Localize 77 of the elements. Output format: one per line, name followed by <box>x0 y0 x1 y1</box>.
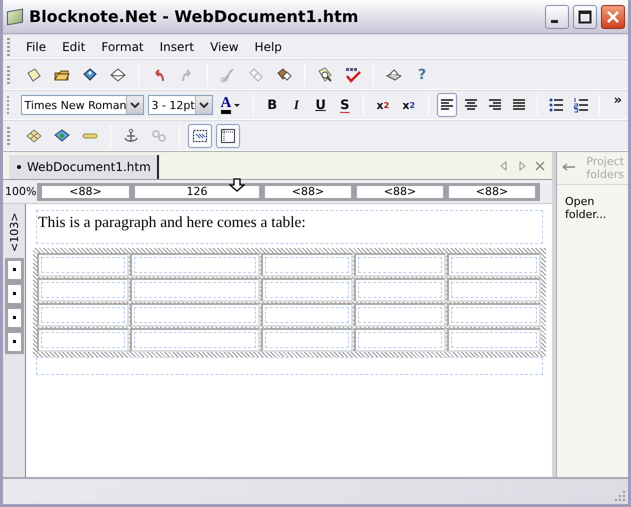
caret-icon <box>233 101 242 109</box>
row-height-label: <103> <box>8 212 20 252</box>
open-folder-link[interactable]: Open folder... <box>557 185 617 221</box>
table-cell[interactable] <box>130 278 260 302</box>
window-title: Blocknote.Net - WebDocument1.htm <box>29 7 360 26</box>
align-button[interactable] <box>436 93 457 117</box>
document-tab[interactable]: WebDocument1.htm <box>9 155 159 179</box>
row-handle[interactable] <box>8 261 20 279</box>
table-cell[interactable] <box>261 278 353 302</box>
minimize-icon <box>550 20 558 23</box>
table-cell[interactable] <box>447 303 541 327</box>
cube-icon <box>7 8 23 25</box>
column-width-label: <88> <box>42 186 129 198</box>
table-cell[interactable] <box>261 253 353 277</box>
table-cell[interactable] <box>354 328 446 352</box>
style-button[interactable]: I <box>286 93 307 117</box>
row-handle[interactable] <box>8 285 20 303</box>
anchor-icon <box>123 128 139 144</box>
table-cell[interactable] <box>130 303 260 327</box>
table-cell[interactable] <box>354 278 446 302</box>
table-cell[interactable] <box>130 253 260 277</box>
close-icon <box>605 8 621 24</box>
style-button[interactable]: S <box>334 93 355 117</box>
panel-title: Project folders <box>585 155 624 181</box>
minimize-button[interactable] <box>545 4 569 28</box>
menu-item[interactable]: View <box>202 40 247 54</box>
menu-item[interactable]: Insert <box>152 40 202 54</box>
table-cell[interactable] <box>37 303 129 327</box>
font-color-button[interactable]: A <box>216 93 246 117</box>
resize-grip-icon[interactable] <box>614 490 626 502</box>
row-handle[interactable] <box>8 333 20 351</box>
menu-item[interactable]: Format <box>93 40 152 54</box>
overflow-button[interactable]: » <box>608 91 628 109</box>
table-cell[interactable] <box>37 253 129 277</box>
envelope-icon <box>110 66 126 82</box>
menu-item[interactable]: Edit <box>54 40 94 54</box>
zoom-label: 100% <box>4 185 37 198</box>
check-icon <box>345 66 361 82</box>
font-dropdown[interactable]: Times New Roman <box>21 95 144 115</box>
table-cell[interactable] <box>37 328 129 352</box>
grid-icon <box>26 128 42 144</box>
magnifier-icon <box>317 66 333 82</box>
table-cell[interactable] <box>37 278 129 302</box>
numbered-list-icon <box>572 97 589 113</box>
script-button[interactable]: x$^{2}$ <box>372 93 394 117</box>
paragraph: This is a paragraph and here comes a table: <box>36 210 543 244</box>
table-cell[interactable] <box>354 253 446 277</box>
menu-item[interactable]: File <box>18 40 54 54</box>
menu-item[interactable]: Help <box>246 40 290 54</box>
scissors-icon <box>220 66 236 82</box>
maximize-button[interactable] <box>573 4 597 28</box>
row-handle[interactable] <box>8 309 20 327</box>
table-cell[interactable] <box>447 278 541 302</box>
dashed-frame-icon <box>192 128 208 144</box>
toggle-button[interactable] <box>188 124 212 148</box>
help-button[interactable]: ? <box>410 62 434 86</box>
table-cell[interactable] <box>261 328 353 352</box>
toggle-button[interactable] <box>216 124 240 148</box>
page-icon <box>26 66 42 82</box>
table-cell[interactable] <box>130 328 260 352</box>
column-width-label: <88> <box>265 186 351 198</box>
chain-icon <box>151 128 167 144</box>
table-cell[interactable] <box>354 303 446 327</box>
bullet-list-icon <box>548 97 564 113</box>
frame-icon <box>220 128 236 144</box>
maximize-icon <box>577 8 593 24</box>
column-width-label: <88> <box>449 186 535 198</box>
column-width-label: <88> <box>357 186 443 198</box>
down-arrow-icon[interactable] <box>229 178 245 192</box>
close-button[interactable] <box>601 4 625 28</box>
table-cell[interactable] <box>261 303 353 327</box>
copy-icon <box>248 66 264 82</box>
size-dropdown[interactable]: 3 - 12pt <box>148 95 213 115</box>
table-cell[interactable] <box>447 328 541 352</box>
table-cell[interactable] <box>447 253 541 277</box>
style-button[interactable]: B <box>262 93 282 117</box>
style-button[interactable]: U <box>310 93 331 117</box>
